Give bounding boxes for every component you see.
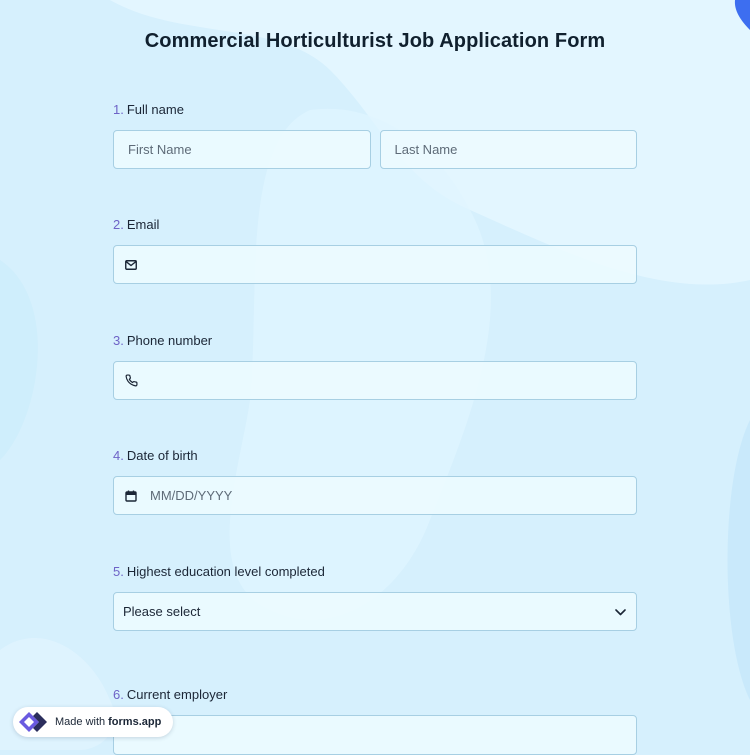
question-label: 1. Full name	[113, 101, 637, 119]
question-full-name: 1. Full name First Name Last Name	[113, 101, 637, 169]
email-input[interactable]	[113, 245, 637, 284]
question-label: 5. Highest education level completed	[113, 563, 637, 581]
question-number: 1.	[113, 102, 124, 117]
brand-name: forms.app	[108, 716, 162, 728]
question-number: 3.	[113, 333, 124, 348]
question-phone: 3. Phone number	[113, 332, 637, 400]
first-name-placeholder: First Name	[128, 142, 192, 157]
question-date-of-birth: 4. Date of birth MM/DD/YYYY	[113, 447, 637, 515]
current-employer-input[interactable]	[113, 715, 637, 755]
date-placeholder: MM/DD/YYYY	[150, 488, 233, 503]
question-email: 2. Email	[113, 216, 637, 284]
education-level-select[interactable]: Please select	[113, 592, 637, 631]
last-name-input[interactable]: Last Name	[379, 130, 637, 169]
question-label: 2. Email	[113, 216, 637, 234]
question-education-level: 5. Highest education level completed Plea…	[113, 563, 637, 631]
made-with-text: Made with	[55, 716, 106, 728]
select-value: Please select	[123, 604, 201, 619]
phone-input[interactable]	[113, 361, 637, 400]
date-of-birth-input[interactable]: MM/DD/YYYY	[113, 476, 637, 515]
question-current-employer: 6. Current employer	[113, 686, 637, 755]
question-number: 5.	[113, 564, 124, 579]
forms-app-logo-icon	[19, 711, 49, 733]
question-number: 6.	[113, 687, 124, 702]
question-title: Current employer	[126, 687, 228, 702]
chevron-down-icon	[615, 604, 626, 619]
full-name-row: First Name Last Name	[113, 130, 637, 169]
question-number: 4.	[113, 448, 124, 463]
question-title: Full name	[126, 102, 184, 117]
phone-icon	[124, 374, 138, 388]
first-name-input[interactable]: First Name	[113, 130, 371, 169]
question-title: Phone number	[126, 333, 213, 348]
question-label: 4. Date of birth	[113, 447, 637, 465]
made-with-badge[interactable]: Made with forms.app	[13, 707, 173, 737]
question-title: Highest education level completed	[126, 564, 325, 579]
question-number: 2.	[113, 217, 124, 232]
question-title: Date of birth	[126, 448, 198, 463]
question-title: Email	[126, 217, 160, 232]
calendar-icon	[124, 489, 138, 503]
page-title: Commercial Horticulturist Job Applicatio…	[144, 30, 606, 52]
question-label: 6. Current employer	[113, 686, 637, 704]
mail-icon	[124, 258, 138, 272]
last-name-placeholder: Last Name	[394, 142, 458, 157]
question-label: 3. Phone number	[113, 332, 637, 350]
